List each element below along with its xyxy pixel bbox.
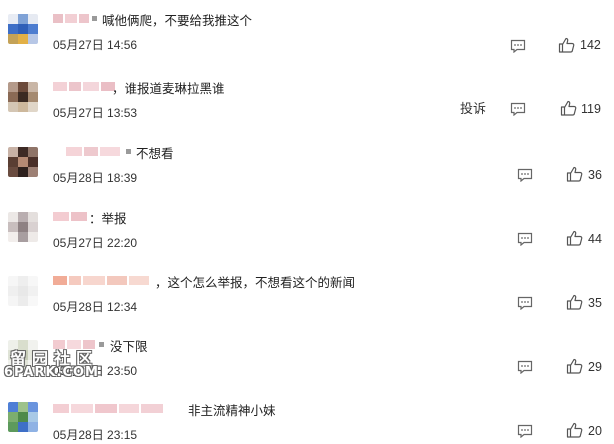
comment-text: ，谁报道麦琳拉黑谁 [112,82,225,96]
comment-text: 喊他俩爬，不要给我推这个 [102,14,253,28]
thumbs-up-icon[interactable] [558,37,575,53]
username-blurred[interactable] [53,404,163,413]
avatar[interactable] [8,276,38,306]
comment-reply-icon[interactable] [517,360,533,374]
comment-text: ：举报 [89,212,127,226]
username-blurred[interactable] [53,82,115,91]
comment-reply-icon[interactable] [517,232,533,246]
report-button[interactable]: 投诉 [460,98,486,117]
thumbs-up-icon[interactable] [566,358,583,374]
like-count: 35 [588,296,602,310]
comment-reply-icon[interactable] [510,39,526,53]
like-count: 20 [588,424,602,438]
watermark-en-text: 6PARK.COM [4,365,99,380]
like-count: 142 [580,38,601,52]
username-blurred[interactable] [53,276,149,285]
username-blurred[interactable] [66,147,120,156]
comment-item: ，这个怎么举报，不想看这个的新闻 05月28日 12:34 35 [0,274,614,338]
like-count: 44 [588,232,602,246]
avatar[interactable] [8,212,38,242]
avatar[interactable] [8,14,38,44]
like-count: 36 [588,168,602,182]
username-blurred[interactable] [53,212,87,221]
thumbs-up-icon[interactable] [566,294,583,310]
thumbs-up-icon[interactable] [566,422,583,438]
comment-text: 不想看 [136,147,174,161]
username-blurred[interactable] [53,14,89,23]
comment-item: 不想看 05月28日 18:39 36 [0,145,614,209]
comment-item: 喊他俩爬，不要给我推这个 05月27日 14:56 142 [0,12,614,76]
avatar[interactable] [8,402,38,432]
comment-text: 没下限 [110,340,148,354]
comment-text: 非主流精神小妹 [188,404,276,418]
thumbs-up-icon[interactable] [566,230,583,246]
avatar[interactable] [8,82,38,112]
like-count: 29 [588,360,602,374]
comment-time: 05月28日 12:34 [53,300,138,314]
thumbs-up-icon[interactable] [560,100,577,116]
badge-dot [126,149,131,154]
comment-time: 05月28日 18:39 [53,171,138,185]
comment-text: ，这个怎么举报，不想看这个的新闻 [155,276,356,290]
avatar[interactable] [8,147,38,177]
like-count: 119 [581,102,601,116]
site-watermark: 留园社区 6PARK.COM [2,345,112,385]
comment-item: ：举报 05月27日 22:20 44 [0,210,614,274]
comment-reply-icon[interactable] [517,296,533,310]
comment-reply-icon[interactable] [517,168,533,182]
comment-item: ，谁报道麦琳拉黑谁 05月27日 13:53 投诉 119 [0,80,614,144]
comment-reply-icon[interactable] [517,424,533,438]
thumbs-up-icon[interactable] [566,166,583,182]
comment-time: 05月27日 14:56 [53,38,138,52]
comment-time: 05月27日 13:53 [53,106,138,120]
comment-time: 05月28日 23:15 [53,428,138,442]
badge-dot [92,16,97,21]
comment-item: 非主流精神小妹 05月28日 23:15 20 [0,402,614,444]
comment-time: 05月27日 22:20 [53,236,138,250]
comment-reply-icon[interactable] [510,102,526,116]
